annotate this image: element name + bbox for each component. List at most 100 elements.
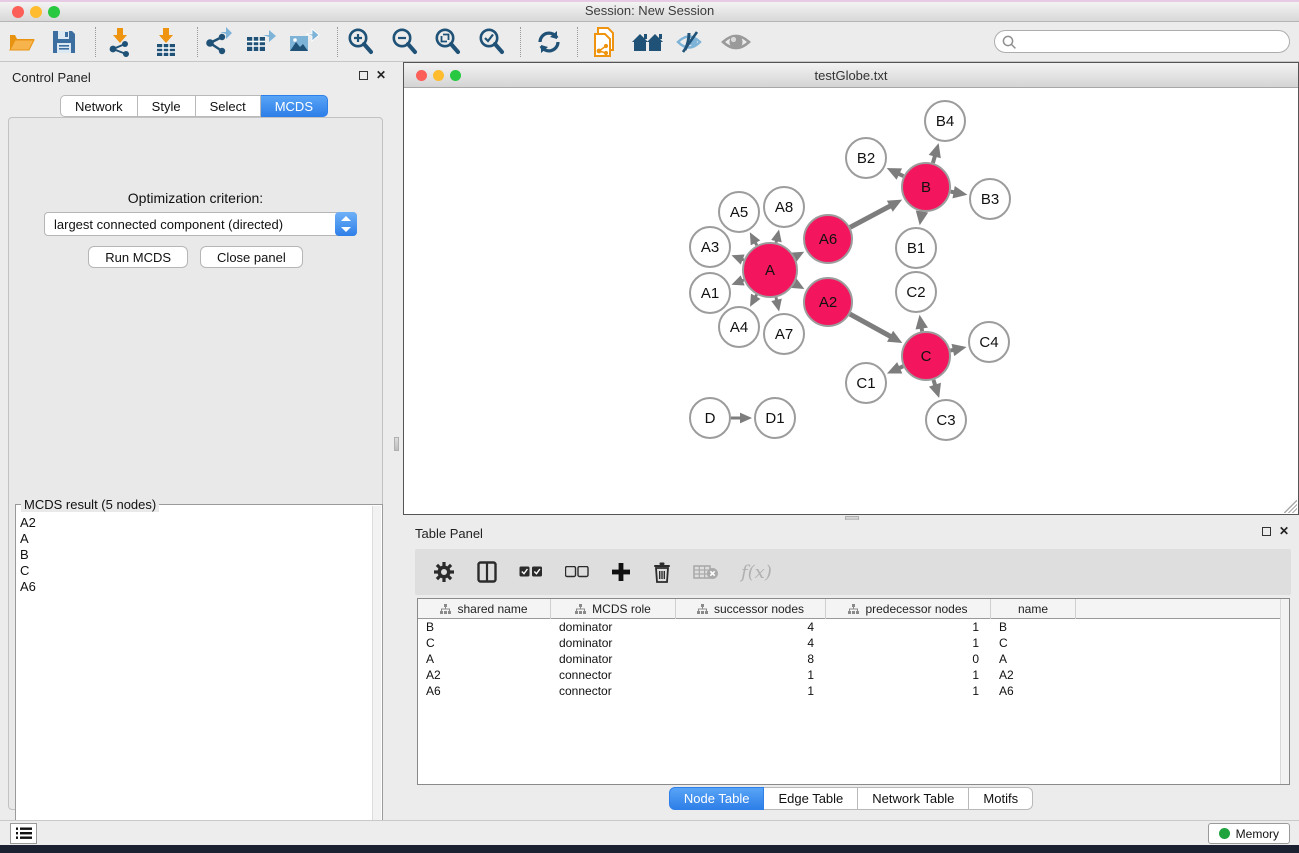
table-row[interactable]: Cdominator41C	[418, 635, 1289, 651]
save-session-icon[interactable]	[47, 27, 81, 57]
duplicate-network-icon[interactable]	[588, 27, 622, 57]
network-window-titlebar[interactable]: testGlobe.txt	[404, 63, 1298, 88]
export-image-icon[interactable]	[287, 27, 321, 57]
node-label-B3: B3	[981, 191, 999, 208]
node-label-A6: A6	[819, 231, 837, 248]
cell: A2	[418, 667, 551, 683]
column-header-shared-name[interactable]: shared name	[418, 599, 551, 619]
gear-icon[interactable]	[433, 561, 455, 583]
zoom-selected-icon[interactable]	[475, 27, 509, 57]
table-header-row[interactable]: shared name MCDS role successor nodesprede…	[418, 599, 1289, 619]
arrowhead-icon	[771, 299, 782, 312]
select-all-columns-icon[interactable]	[519, 566, 543, 578]
arrowhead-icon	[731, 275, 744, 285]
task-history-button[interactable]	[10, 823, 37, 844]
deselect-all-columns-icon[interactable]	[565, 566, 589, 578]
column-header-successor-nodes[interactable]: successor nodes	[676, 599, 826, 619]
memory-button[interactable]: Memory	[1208, 823, 1290, 844]
refresh-icon[interactable]	[532, 27, 566, 57]
edge-A2-C[interactable]	[850, 314, 892, 337]
open-session-icon[interactable]	[5, 27, 39, 57]
cell: B	[991, 619, 1076, 635]
table-tab-motifs[interactable]: Motifs	[969, 787, 1033, 810]
node-label-B2: B2	[857, 150, 875, 167]
hide-graphics-icon[interactable]	[674, 27, 708, 57]
result-item[interactable]: C	[20, 563, 370, 579]
zoom-in-icon[interactable]	[344, 27, 378, 57]
home-icon[interactable]	[631, 27, 665, 57]
trash-icon[interactable]	[653, 561, 671, 583]
column-type-icon	[697, 604, 708, 615]
tab-network[interactable]: Network	[60, 95, 138, 117]
cell: C	[991, 635, 1076, 651]
cell: connector	[551, 667, 676, 683]
control-panel-tabs: NetworkStyleSelectMCDS	[60, 95, 328, 117]
delete-table-icon[interactable]	[693, 564, 719, 580]
control-panel-title: Control Panel	[12, 70, 91, 85]
zoom-out-icon[interactable]	[388, 27, 422, 57]
memory-label: Memory	[1236, 827, 1279, 841]
table-tab-node-table[interactable]: Node Table	[669, 787, 765, 810]
table-float-panel-icon[interactable]	[1262, 527, 1271, 536]
export-network-icon[interactable]	[201, 27, 235, 57]
column-label: name	[1018, 602, 1048, 616]
titlebar-accent-line	[0, 0, 1299, 2]
column-header-MCDS-role[interactable]: MCDS role	[551, 599, 676, 619]
result-item[interactable]: B	[20, 547, 370, 563]
node-label-A4: A4	[730, 319, 748, 336]
criterion-dropdown[interactable]: largest connected component (directed)	[44, 212, 357, 236]
table-scrollbar[interactable]	[1280, 599, 1289, 784]
column-header-predecessor-nodes[interactable]: predecessor nodes	[826, 599, 991, 619]
arrowhead-icon	[929, 143, 941, 158]
arrowhead-icon	[952, 344, 967, 356]
column-label: MCDS role	[592, 602, 651, 616]
node-label-D: D	[705, 410, 716, 427]
network-graph[interactable]: A5A8A6A3AA1A2A4A7B4B2BB3B1C2C4CC1C3DD1	[404, 88, 1298, 514]
network-window-title: testGlobe.txt	[404, 68, 1298, 83]
columns-icon[interactable]	[477, 561, 497, 583]
tab-mcds[interactable]: MCDS	[261, 95, 328, 117]
import-table-icon[interactable]	[149, 27, 183, 57]
network-canvas[interactable]: A5A8A6A3AA1A2A4A7B4B2BB3B1C2C4CC1C3DD1	[404, 88, 1298, 514]
column-header-name[interactable]: name	[991, 599, 1076, 619]
node-label-C2: C2	[906, 284, 925, 301]
function-builder-icon[interactable]: f(x)	[741, 562, 772, 583]
mcds-result-list[interactable]: A2ABCA6	[20, 515, 370, 844]
table-row[interactable]: Bdominator41B	[418, 619, 1289, 635]
close-panel-button[interactable]: Close panel	[200, 246, 303, 268]
column-type-icon	[848, 604, 859, 615]
export-table-icon[interactable]	[244, 27, 278, 57]
node-label-D1: D1	[765, 410, 784, 427]
table-row[interactable]: A2connector11A2	[418, 667, 1289, 683]
import-network-icon[interactable]	[103, 27, 137, 57]
node-label-B1: B1	[907, 240, 925, 257]
run-mcds-button[interactable]: Run MCDS	[88, 246, 188, 268]
float-panel-icon[interactable]	[359, 71, 368, 80]
vertical-split-grabber[interactable]	[394, 437, 399, 451]
add-column-icon[interactable]	[611, 562, 631, 582]
table-tab-network-table[interactable]: Network Table	[858, 787, 969, 810]
search-input[interactable]	[1021, 32, 1281, 51]
resize-grip-icon[interactable]	[1284, 500, 1297, 513]
edge-A6-B[interactable]	[850, 205, 891, 227]
cell: 4	[676, 635, 826, 651]
criterion-label: Optimization criterion:	[9, 190, 382, 206]
result-item[interactable]: A2	[20, 515, 370, 531]
show-graphics-icon[interactable]	[719, 27, 753, 57]
table-row[interactable]: A6connector11A6	[418, 683, 1289, 699]
tab-select[interactable]: Select	[196, 95, 261, 117]
result-item[interactable]: A	[20, 531, 370, 547]
cell: 4	[676, 619, 826, 635]
table-row[interactable]: Adominator80A	[418, 651, 1289, 667]
node-label-B4: B4	[936, 113, 954, 130]
zoom-fit-icon[interactable]	[431, 27, 465, 57]
tab-style[interactable]: Style	[138, 95, 196, 117]
close-panel-icon[interactable]: ✕	[376, 70, 386, 80]
list-icon	[16, 827, 32, 840]
table-tab-edge-table[interactable]: Edge Table	[764, 787, 858, 810]
arrowhead-icon	[915, 315, 927, 330]
result-scrollbar[interactable]	[372, 506, 381, 847]
result-item[interactable]: A6	[20, 579, 370, 595]
node-label-A3: A3	[701, 239, 719, 256]
table-close-panel-icon[interactable]: ✕	[1279, 526, 1289, 536]
